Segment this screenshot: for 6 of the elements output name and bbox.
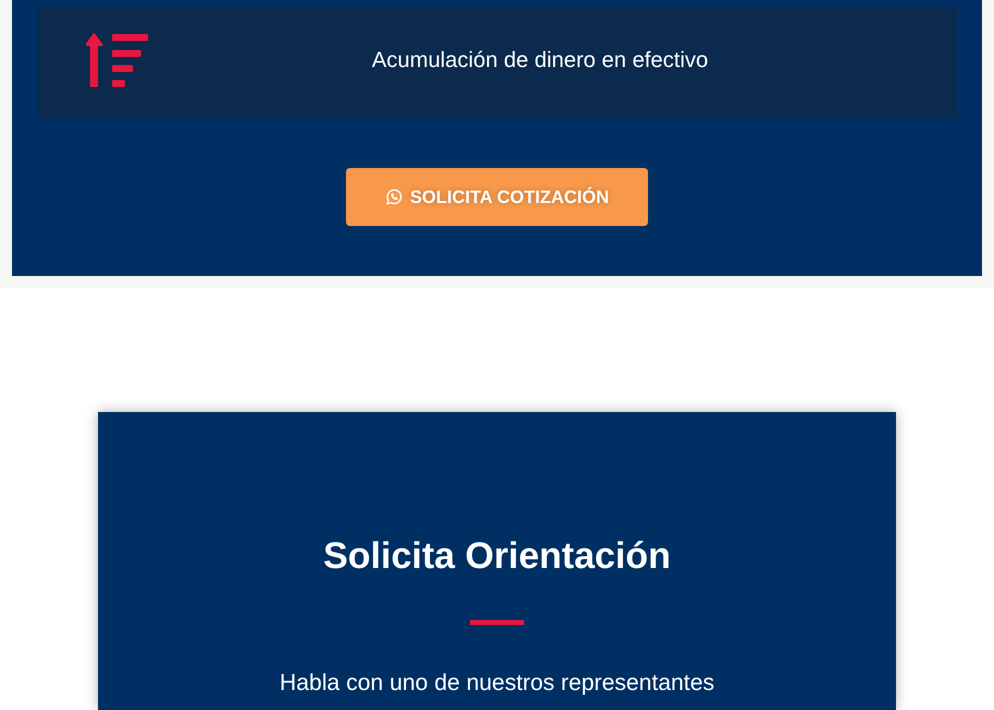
card-title: Solicita Orientación: [323, 534, 671, 578]
arrow-bars-icon: [86, 32, 148, 88]
quote-button[interactable]: SOLICITA COTIZACIÓN: [346, 168, 648, 226]
whatsapp-icon: [385, 188, 403, 206]
card-subtitle: Habla con uno de nuestros representantes: [280, 668, 714, 696]
benefit-label: Acumulación de dinero en efectivo: [372, 46, 708, 74]
